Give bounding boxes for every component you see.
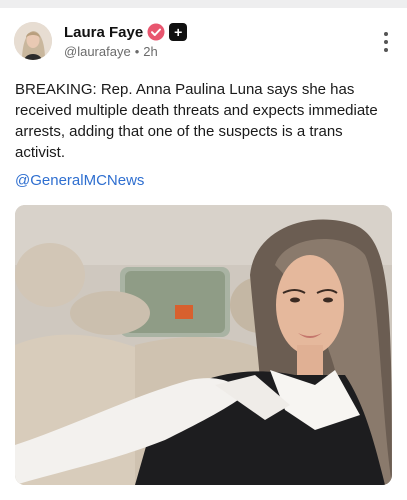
- author-handle[interactable]: @laurafaye: [64, 44, 131, 59]
- menu-dot: [384, 40, 388, 44]
- author-name[interactable]: Laura Faye: [64, 24, 143, 41]
- verified-badge-icon: [147, 23, 165, 41]
- mention-link[interactable]: @GeneralMCNews: [15, 172, 144, 189]
- handle-row: @laurafaye • 2h: [64, 44, 158, 59]
- post-time: 2h: [143, 44, 158, 59]
- menu-dot: [384, 48, 388, 52]
- plus-badge-icon: +: [169, 23, 188, 41]
- post-card: Laura Faye + @laurafaye • 2h BREAKING: Rep…: [0, 8, 407, 500]
- more-vertical-icon[interactable]: [383, 32, 389, 52]
- post-text: BREAKING: Rep. Anna Paulina Luna says sh…: [15, 81, 378, 161]
- post-image[interactable]: [15, 205, 392, 485]
- author-row: Laura Faye +: [64, 23, 188, 41]
- avatar[interactable]: [14, 22, 52, 60]
- menu-dot: [384, 32, 388, 36]
- separator-dot: •: [134, 44, 140, 59]
